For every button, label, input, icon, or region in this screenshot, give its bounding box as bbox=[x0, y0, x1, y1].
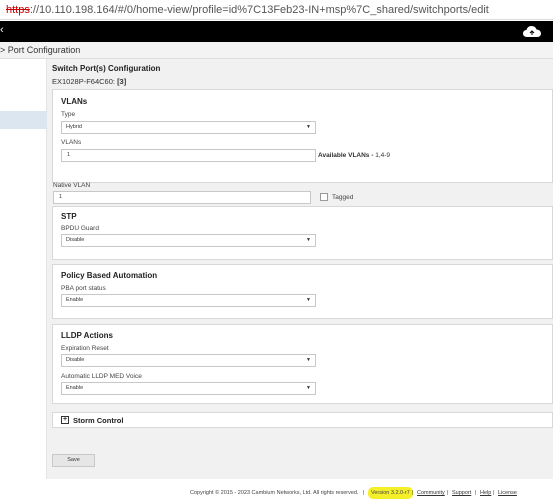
url-protocol: https bbox=[6, 4, 30, 16]
bpdu-guard-select[interactable]: Disable ▼ bbox=[61, 234, 316, 247]
menu-chevron-icon[interactable]: ‹ bbox=[0, 24, 4, 36]
pba-status-select[interactable]: Enable ▼ bbox=[61, 294, 316, 307]
vlans-label: VLANs bbox=[61, 139, 82, 146]
cloud-icon[interactable] bbox=[523, 25, 541, 38]
native-vlan-input[interactable]: 1 bbox=[53, 191, 311, 204]
device-summary: EX1028P-F64C60: [3] bbox=[52, 77, 126, 86]
footer-separator: | bbox=[412, 490, 414, 496]
vlans-title: VLANs bbox=[61, 97, 88, 106]
available-vlans-label: Available VLANs - bbox=[318, 152, 374, 159]
save-button[interactable]: Save bbox=[52, 454, 95, 467]
chevron-down-icon: ▼ bbox=[306, 385, 311, 391]
lldp-title: LLDP Actions bbox=[61, 331, 114, 340]
lldp-med-voice-select[interactable]: Enable ▼ bbox=[61, 382, 316, 395]
type-value: Hybrid bbox=[66, 124, 82, 130]
storm-control-title: Storm Control bbox=[73, 416, 124, 425]
footer-separator: | bbox=[475, 490, 477, 496]
pba-status-label: PBA port status bbox=[61, 285, 106, 292]
lldp-section: LLDP Actions Expiration Reset Disable ▼ … bbox=[52, 324, 553, 404]
expiration-reset-value: Disable bbox=[66, 357, 85, 363]
port-count: [3] bbox=[117, 77, 127, 86]
footer-separator: | bbox=[447, 490, 449, 496]
breadcrumb: > Port Configuration bbox=[0, 42, 553, 59]
chevron-down-icon: ▼ bbox=[306, 357, 311, 363]
pba-section: Policy Based Automation PBA port status … bbox=[52, 264, 553, 319]
pba-title: Policy Based Automation bbox=[61, 271, 158, 280]
available-vlans: Available VLANs - 1,4-9 bbox=[318, 152, 390, 159]
expand-plus-icon[interactable]: + bbox=[61, 416, 69, 424]
lldp-med-voice-label: Automatic LLDP MED Voice bbox=[61, 373, 142, 380]
community-link[interactable]: Community bbox=[417, 487, 445, 499]
expiration-reset-select[interactable]: Disable ▼ bbox=[61, 354, 316, 367]
tagged-checkbox[interactable] bbox=[320, 193, 328, 201]
vlans-section: VLANs Type Hybrid ▼ VLANs 1 Available VL… bbox=[52, 89, 553, 183]
native-vlan-label: Native VLAN bbox=[53, 182, 91, 189]
stp-section: STP BPDU Guard Disable ▼ bbox=[52, 206, 553, 260]
sidebar-item-selected[interactable] bbox=[0, 111, 47, 129]
sidebar bbox=[0, 59, 47, 479]
expiration-reset-label: Expiration Reset bbox=[61, 345, 109, 352]
chevron-down-icon: ▼ bbox=[306, 124, 311, 130]
browser-url-bar[interactable]: https://10.110.198.164/#/0/home-view/pro… bbox=[0, 0, 553, 20]
version-text: Version 3.2.0-r7 bbox=[368, 487, 413, 499]
type-select[interactable]: Hybrid ▼ bbox=[61, 121, 316, 134]
app-top-bar: ‹ bbox=[0, 21, 553, 42]
bpdu-guard-value: Disable bbox=[66, 237, 85, 243]
copyright-text: Copyright © 2015 - 2023 Cambium Networks… bbox=[190, 490, 359, 496]
vlans-input[interactable]: 1 bbox=[61, 149, 316, 162]
device-name: EX1028P-F64C60: bbox=[52, 77, 115, 86]
license-link[interactable]: License bbox=[498, 487, 517, 499]
pba-status-value: Enable bbox=[66, 297, 84, 303]
page-title: Switch Port(s) Configuration bbox=[52, 64, 161, 73]
available-vlans-value: 1,4-9 bbox=[375, 152, 391, 159]
footer-separator: | bbox=[363, 490, 365, 496]
chevron-down-icon: ▼ bbox=[306, 237, 311, 243]
url-path: ://10.110.198.164/#/0/home-view/profile=… bbox=[29, 4, 489, 16]
type-label: Type bbox=[61, 111, 76, 118]
stp-title: STP bbox=[61, 212, 77, 221]
help-link[interactable]: Help bbox=[480, 487, 491, 499]
footer-separator: | bbox=[493, 490, 495, 496]
support-link[interactable]: Support bbox=[452, 487, 471, 499]
main-content: Switch Port(s) Configuration EX1028P-F64… bbox=[47, 59, 553, 479]
footer: Copyright © 2015 - 2023 Cambium Networks… bbox=[0, 486, 553, 500]
bpdu-guard-label: BPDU Guard bbox=[61, 225, 99, 232]
lldp-med-voice-value: Enable bbox=[66, 385, 84, 391]
storm-control-section[interactable]: + Storm Control bbox=[52, 412, 553, 428]
tagged-label: Tagged bbox=[332, 194, 354, 201]
chevron-down-icon: ▼ bbox=[306, 297, 311, 303]
